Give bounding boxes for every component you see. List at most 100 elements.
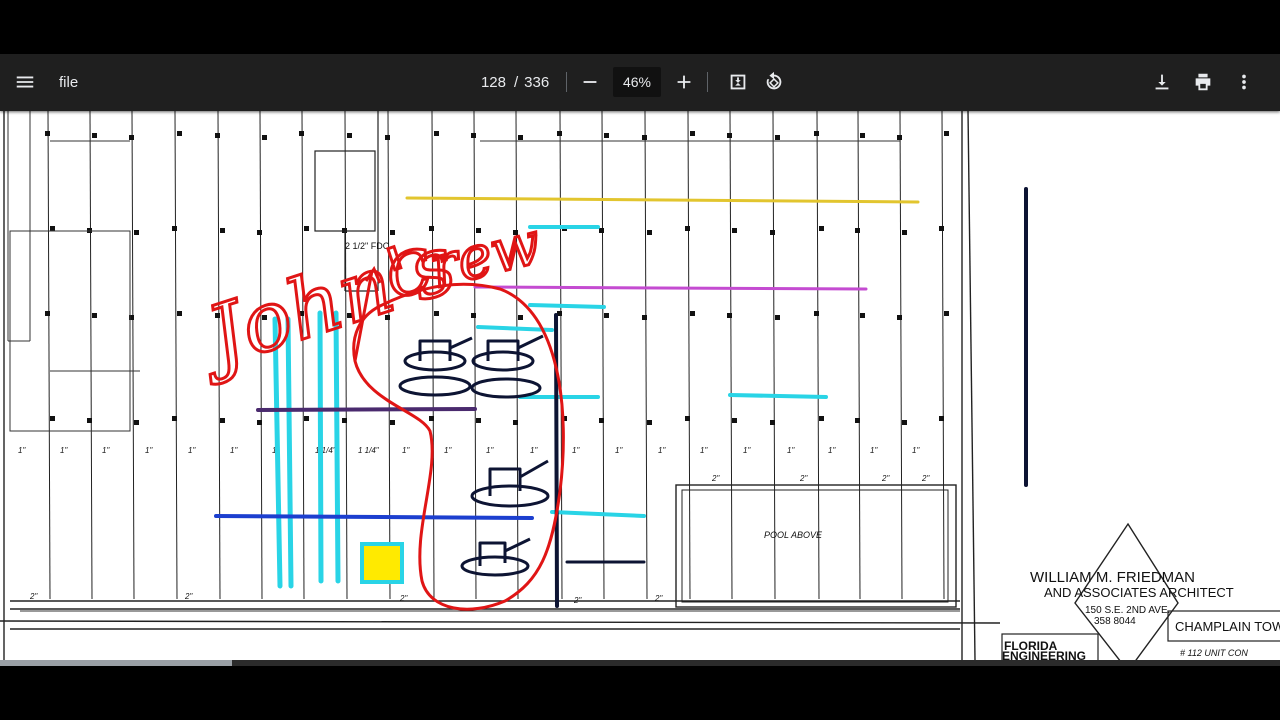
unit-note: # 112 UNIT CON <box>1180 648 1248 658</box>
dimension-label: 1" <box>145 446 153 455</box>
hanger-mark <box>299 131 304 136</box>
dimension-label: 2" <box>29 592 38 601</box>
pipe-line <box>431 111 435 600</box>
magenta-line <box>473 285 868 291</box>
hanger-mark <box>129 135 134 140</box>
minus-icon <box>583 81 597 83</box>
cyan-vertical <box>333 310 341 584</box>
hanger-mark <box>944 311 949 316</box>
print-icon <box>1195 73 1211 91</box>
fit-to-page-icon <box>730 74 746 90</box>
rotate-icon <box>766 71 782 90</box>
handwritten-crew: Crew <box>380 208 548 312</box>
more-options-button[interactable] <box>1226 64 1262 100</box>
stamp-line2: ENGINEERING <box>1002 649 1086 660</box>
pipe-line <box>772 111 776 600</box>
hanger-mark <box>513 420 518 425</box>
hanger-mark <box>685 226 690 231</box>
dimension-label: 1" <box>402 446 410 455</box>
hanger-mark <box>304 416 309 421</box>
hanger-mark <box>855 418 860 423</box>
hanger-mark <box>897 135 902 140</box>
drawing-frame <box>0 111 1001 660</box>
pipe-line <box>601 111 605 600</box>
hanger-mark <box>257 420 262 425</box>
blue-line <box>214 514 534 520</box>
hanger-mark <box>262 135 267 140</box>
navy-vertical <box>554 313 559 608</box>
hanger-mark <box>92 313 97 318</box>
dimension-label: 1" <box>572 446 580 455</box>
pipe-line <box>729 111 733 600</box>
dimension-label: 1" <box>230 446 238 455</box>
dimension-label: 2" <box>711 474 720 483</box>
hanger-mark <box>814 131 819 136</box>
hanger-mark <box>727 313 732 318</box>
hanger-mark <box>50 416 55 421</box>
blueprint-drawing: 2 1/2" FDC POOL ABOVE 1" 1" 1" 1" 1" 1" 1" 1 1/… <box>0 111 1280 660</box>
pipe-line <box>174 111 178 600</box>
rotate-button[interactable] <box>756 64 792 100</box>
hanger-mark <box>342 418 347 423</box>
project-name: CHAMPLAIN TOW <box>1175 619 1280 634</box>
letterbox-bottom <box>0 666 1280 720</box>
left-stairs <box>7 111 31 342</box>
dimension-label: 1" <box>828 446 836 455</box>
equipment-icon <box>470 334 544 399</box>
purple-line <box>256 407 477 412</box>
dimension-label: 2" <box>881 474 890 483</box>
dimension-label: 1" <box>870 446 878 455</box>
hanger-mark <box>87 418 92 423</box>
hanger-mark <box>429 416 434 421</box>
current-page-input[interactable]: 128 <box>476 74 506 91</box>
hanger-mark <box>220 228 225 233</box>
hanger-mark <box>855 228 860 233</box>
print-button[interactable] <box>1185 64 1221 100</box>
hanger-mark <box>172 416 177 421</box>
pdf-page-view[interactable]: 2 1/2" FDC POOL ABOVE 1" 1" 1" 1" 1" 1" 1" 1 1/… <box>0 111 1280 660</box>
zoom-out-button[interactable] <box>572 64 608 100</box>
dimension-label: 2" <box>399 594 408 603</box>
letterbox-top <box>0 0 1280 54</box>
hanger-mark <box>775 315 780 320</box>
hanger-mark <box>385 135 390 140</box>
hanger-mark <box>690 131 695 136</box>
hanger-mark <box>220 418 225 423</box>
hanger-mark <box>215 133 220 138</box>
download-button[interactable] <box>1144 64 1180 100</box>
dimension-label: 2" <box>921 474 930 483</box>
dimension-label: 1" <box>188 446 196 455</box>
pipe-line <box>941 111 945 600</box>
zoom-in-button[interactable] <box>666 64 702 100</box>
pipe-line <box>857 111 861 600</box>
equipment-icon <box>398 336 473 397</box>
hanger-mark <box>939 416 944 421</box>
total-pages: 336 <box>524 74 550 91</box>
hanger-mark <box>897 315 902 320</box>
dimension-label: 1" <box>60 446 68 455</box>
pipe-line <box>344 111 348 600</box>
architect-phone: 358 8044 <box>1094 616 1136 627</box>
zoom-input[interactable]: 46% <box>613 67 661 97</box>
architect-address: 150 S.E. 2ND AVE. <box>1085 605 1170 616</box>
hanger-mark <box>177 311 182 316</box>
hanger-mark <box>134 230 139 235</box>
equipment-icon <box>470 459 550 508</box>
menu-icon[interactable] <box>7 64 43 100</box>
hanger-mark <box>604 133 609 138</box>
hanger-mark <box>860 313 865 318</box>
hanger-mark <box>476 418 481 423</box>
toolbar-divider <box>707 72 708 92</box>
hanger-mark <box>177 131 182 136</box>
fit-to-page-button[interactable] <box>720 64 756 100</box>
plus-icon <box>677 75 691 89</box>
hanger-mark <box>599 418 604 423</box>
dimension-label: 1" <box>615 446 623 455</box>
dimension-label: 1" <box>102 446 110 455</box>
more-vert-icon <box>1242 74 1246 90</box>
hanger-mark <box>390 420 395 425</box>
pipe-line <box>387 111 391 600</box>
pipe-line <box>47 111 51 600</box>
hanger-mark <box>944 131 949 136</box>
dimension-label: 1" <box>912 446 920 455</box>
